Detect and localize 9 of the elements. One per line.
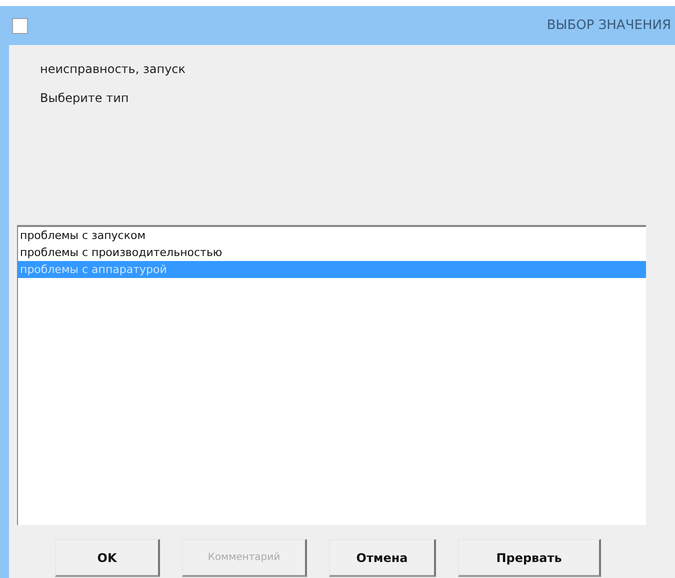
app-icon (12, 18, 28, 34)
dialog-button[interactable]: Прервать (458, 539, 601, 577)
context-text: неисправность, запуск (40, 61, 187, 78)
dialog-button[interactable]: Отмена (329, 539, 436, 577)
prompt-text: Выберите тип (40, 90, 130, 107)
window-title: ВЫБОР ЗНАЧЕНИЯ (546, 16, 671, 35)
dialog-button[interactable]: OK (55, 539, 160, 577)
list-item[interactable]: проблемы с запуском (18, 227, 646, 244)
list-item[interactable]: проблемы с производительностью (18, 244, 646, 261)
